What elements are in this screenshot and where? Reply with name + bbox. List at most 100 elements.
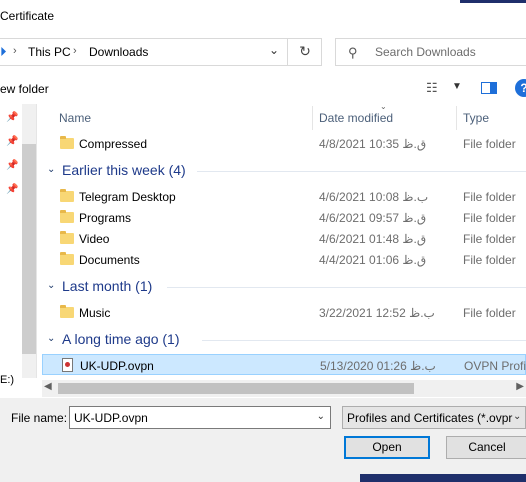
chevron-down-icon[interactable]: ⌄ <box>47 333 55 344</box>
file-name: Documents <box>79 253 140 267</box>
list-item-selected[interactable]: UK-UDP.ovpn 5/13/2020 01:26 ب.ظ OVPN Pro… <box>42 354 526 375</box>
list-item[interactable]: Video 4/6/2021 01:48 ق.ظ File folder <box>42 228 526 249</box>
folder-icon <box>60 136 74 149</box>
location-icon: ⏵ <box>0 44 7 59</box>
search-placeholder: Search Downloads <box>375 45 476 59</box>
file-date: 4/6/2021 10:08 ب.ظ <box>319 190 429 204</box>
background-strip <box>460 0 526 3</box>
file-list: Compressed 4/8/2021 10:35 ق.ظ File folde… <box>42 132 526 378</box>
file-name-label: File name: <box>11 411 68 425</box>
file-type-filter-value: Profiles and Certificates (*.ovpr <box>347 411 513 425</box>
file-date: 4/4/2021 01:06 ق.ظ <box>319 253 427 267</box>
horizontal-scrollbar[interactable]: ◀ ▶ <box>42 380 526 397</box>
search-input[interactable]: ⚲ Search Downloads <box>335 38 526 66</box>
refresh-icon: ↻ <box>299 43 311 59</box>
cancel-button[interactable]: Cancel <box>446 436 526 459</box>
list-item[interactable]: Compressed 4/8/2021 10:35 ق.ظ File folde… <box>42 133 526 154</box>
folder-icon <box>60 231 74 244</box>
ovpn-file-icon <box>62 358 73 372</box>
new-folder-button[interactable]: ew folder <box>0 82 49 96</box>
preview-pane-icon[interactable] <box>481 82 497 94</box>
file-type: File folder <box>463 232 516 246</box>
title-bar: Certificate <box>0 0 526 34</box>
folder-icon <box>60 305 74 318</box>
sort-indicator-icon: ⌄ <box>380 102 387 111</box>
column-divider[interactable] <box>456 106 457 130</box>
pane-divider[interactable] <box>36 104 37 378</box>
file-type: File folder <box>463 190 516 204</box>
group-header[interactable]: ⌄ A long time ago (1) <box>42 329 526 351</box>
file-type-filter[interactable]: Profiles and Certificates (*.ovpr ⌄ <box>342 406 526 429</box>
folder-icon <box>60 210 74 223</box>
group-label: A long time ago (1) <box>62 331 180 347</box>
file-date: 4/8/2021 10:35 ق.ظ <box>319 137 427 151</box>
view-options-icon[interactable]: ☷ <box>426 80 438 96</box>
file-name-value[interactable]: UK-UDP.ovpn <box>74 411 148 425</box>
list-item[interactable]: Telegram Desktop 4/6/2021 10:08 ب.ظ File… <box>42 186 526 207</box>
toolbar: ew folder ☷ ▼ ? <box>0 78 526 100</box>
navigation-scrollbar[interactable] <box>22 104 36 378</box>
pin-icon[interactable]: 📌 <box>6 160 18 171</box>
group-header[interactable]: ⌄ Earlier this week (4) <box>42 160 526 182</box>
chevron-down-icon[interactable]: ⌄ <box>264 43 284 61</box>
scroll-left-icon[interactable]: ◀ <box>44 381 52 392</box>
navigation-pane: 📌 📌 📌 📌 E:) <box>0 104 22 386</box>
list-item[interactable]: Programs 4/6/2021 09:57 ق.ظ File folder <box>42 207 526 228</box>
column-header: Name ⌄ Date modified Type <box>50 102 526 130</box>
chevron-down-icon[interactable]: ⌄ <box>47 164 55 175</box>
breadcrumb-this-pc[interactable]: This PC <box>28 45 71 59</box>
file-date: 4/6/2021 01:48 ق.ظ <box>319 232 427 246</box>
address-bar[interactable]: ⏵ › This PC › Downloads ⌄ ↻ <box>0 38 322 66</box>
file-name: Video <box>79 232 110 246</box>
group-label: Last month (1) <box>62 278 153 294</box>
list-item[interactable]: Music 3/22/2021 12:52 ب.ظ File folder <box>42 302 526 323</box>
file-name: Music <box>79 306 111 320</box>
file-name: UK-UDP.ovpn <box>80 359 154 373</box>
open-button[interactable]: Open <box>344 436 430 459</box>
pin-icon[interactable]: 📌 <box>6 112 18 123</box>
list-item[interactable]: Documents 4/4/2021 01:06 ق.ظ File folder <box>42 249 526 270</box>
file-type: File folder <box>463 253 516 267</box>
group-header[interactable]: ⌄ Last month (1) <box>42 276 526 298</box>
group-label: Earlier this week (4) <box>62 162 186 178</box>
window-title: Certificate <box>0 9 55 23</box>
file-date: 4/6/2021 09:57 ق.ظ <box>319 211 427 225</box>
folder-icon <box>60 189 74 202</box>
file-name: Programs <box>79 211 132 225</box>
column-divider[interactable] <box>312 106 313 130</box>
file-date: 3/22/2021 12:52 ب.ظ <box>319 306 435 320</box>
pin-icon[interactable]: 📌 <box>6 184 18 195</box>
search-icon: ⚲ <box>348 45 358 60</box>
file-name: Telegram Desktop <box>79 190 176 204</box>
pin-icon[interactable]: 📌 <box>6 136 18 147</box>
group-divider <box>202 340 526 341</box>
chevron-down-icon[interactable]: ⌄ <box>47 280 55 291</box>
breadcrumb-downloads[interactable]: Downloads <box>89 45 148 59</box>
file-type: File folder <box>463 137 516 151</box>
scrollbar-thumb[interactable] <box>58 383 414 394</box>
breadcrumb-separator-icon: › <box>73 45 77 57</box>
help-icon[interactable]: ? <box>515 79 526 97</box>
chevron-down-icon[interactable]: ⌄ <box>513 411 521 422</box>
breadcrumb-separator-icon: › <box>13 45 17 57</box>
file-name-input[interactable]: UK-UDP.ovpn ⌄ <box>69 406 331 429</box>
folder-icon <box>60 252 74 265</box>
column-name[interactable]: Name <box>59 111 91 125</box>
scrollbar-thumb[interactable] <box>22 144 36 354</box>
file-type: File folder <box>463 306 516 320</box>
file-date: 5/13/2020 01:26 ب.ظ <box>320 359 436 373</box>
group-divider <box>197 171 526 172</box>
chevron-down-icon[interactable]: ⌄ <box>317 411 325 422</box>
column-date-modified[interactable]: Date modified <box>319 111 393 125</box>
group-divider <box>167 287 526 288</box>
refresh-button[interactable]: ↻ <box>287 38 322 66</box>
view-dropdown-icon[interactable]: ▼ <box>452 81 462 92</box>
drive-label[interactable]: E:) <box>0 374 14 386</box>
file-name: Compressed <box>79 137 148 151</box>
background-strip <box>360 474 526 482</box>
scroll-right-icon[interactable]: ▶ <box>516 381 524 392</box>
file-type: OVPN Profil <box>464 359 526 373</box>
dialog-footer: File name: UK-UDP.ovpn ⌄ Profiles and Ce… <box>0 398 526 482</box>
column-type[interactable]: Type <box>463 111 489 125</box>
file-type: File folder <box>463 211 516 225</box>
